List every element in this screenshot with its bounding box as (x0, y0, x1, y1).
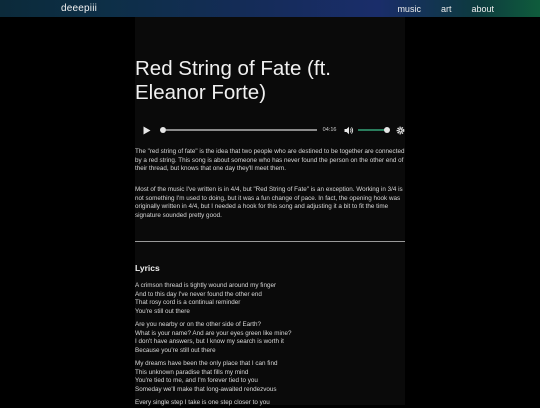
volume-handle[interactable] (384, 127, 390, 133)
audio-player: 04:16 (135, 122, 405, 138)
lyric-line: Because you're still out there (135, 346, 216, 354)
settings-button[interactable] (396, 126, 405, 135)
play-button[interactable] (140, 123, 154, 137)
lyric-line: What is your name? And are your eyes gre… (135, 329, 292, 337)
speaker-icon (344, 126, 354, 134)
lyric-line: My dreams have been the only place that … (135, 360, 278, 367)
top-navigation-bar: deeepiii music art about (0, 0, 540, 17)
lyrics-stanza: My dreams have been the only place that … (135, 360, 405, 394)
lyric-line: You're tied to me, and I'm forever tied … (135, 377, 258, 385)
nav-links: music art about (397, 4, 494, 14)
lyrics-stanza: Every single step I take is one step clo… (135, 399, 405, 408)
nav-link-about[interactable]: about (471, 4, 494, 14)
volume-button[interactable] (344, 125, 354, 135)
page-title: Red String of Fate (ft. Eleanor Forte) (135, 57, 331, 104)
description-paragraph: Most of the music I've written is in 4/4… (135, 186, 403, 219)
gear-icon (396, 126, 405, 134)
lyrics-stanza: Are you nearby or on the other side of E… (135, 321, 405, 355)
lyric-line: You're still out there (135, 307, 190, 315)
lyrics-heading: Lyrics (135, 263, 160, 273)
lyric-line: Are you nearby or on the other side of E… (135, 321, 262, 328)
lyric-line: This unknown paradise that fills my mind (135, 368, 249, 376)
nav-link-music[interactable]: music (397, 4, 421, 14)
play-icon (143, 126, 151, 134)
progress-bar[interactable] (165, 129, 317, 131)
nav-link-art[interactable]: art (441, 4, 452, 14)
volume-slider[interactable] (358, 127, 390, 133)
lyric-line: That rosy cord is a continual reminder (135, 299, 241, 307)
description-paragraph: The "red string of fate" is the idea tha… (135, 148, 405, 173)
lyric-line: A crimson thread is tightly wound around… (135, 282, 277, 289)
site-logo-link[interactable]: deeepiii (61, 3, 97, 14)
section-divider (135, 241, 405, 242)
duration-time: 04:16 (322, 127, 337, 133)
lyric-line: Every single step I take is one step clo… (135, 399, 270, 406)
lyric-line: And to this day I've never found the oth… (135, 290, 262, 298)
lyrics-stanza: A crimson thread is tightly wound around… (135, 282, 405, 316)
lyric-line: I don't have answers, but I know my sear… (135, 338, 284, 346)
lyric-line: Someday we'll make that long-awaited ren… (135, 385, 277, 393)
